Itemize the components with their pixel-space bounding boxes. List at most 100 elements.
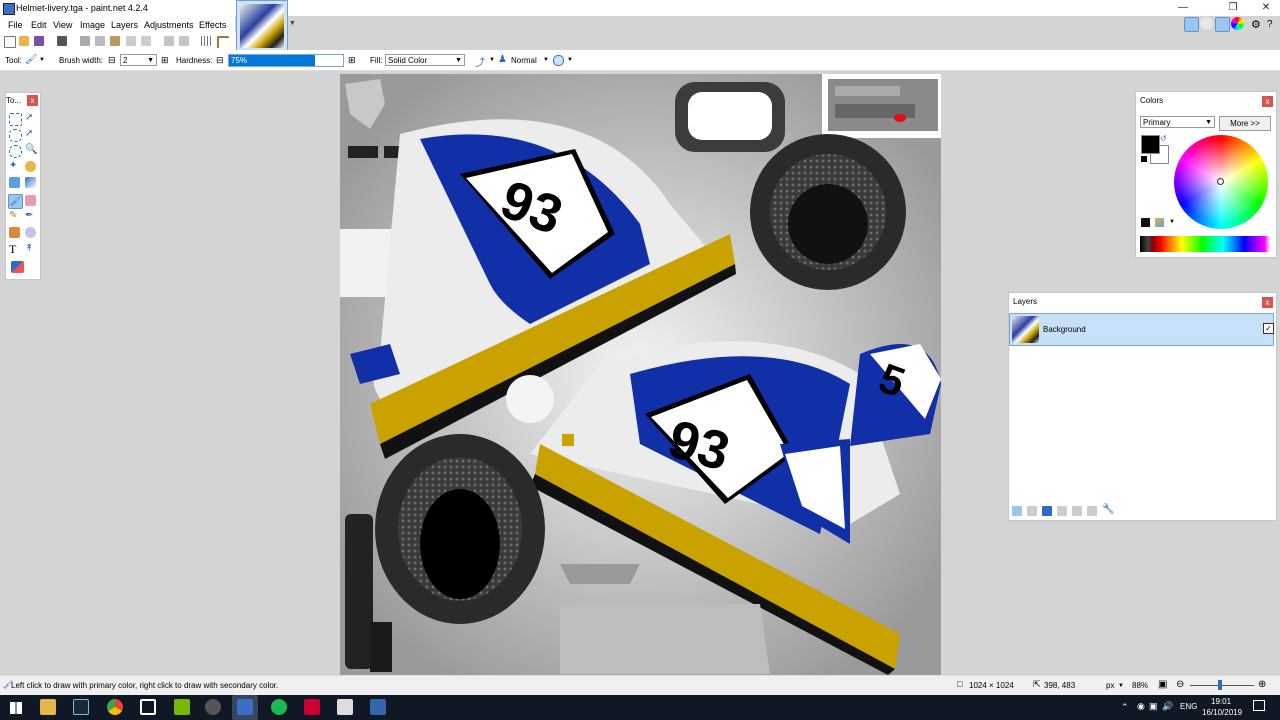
layers-panel-close-button[interactable]: x xyxy=(1262,297,1273,308)
action-center-icon[interactable] xyxy=(1253,700,1265,711)
help-icon[interactable]: ? xyxy=(1267,19,1273,30)
epic-games-taskbar-icon[interactable] xyxy=(140,699,156,715)
layers-window-toggle-icon[interactable] xyxy=(1215,17,1230,32)
menu-image[interactable]: Image xyxy=(80,20,105,30)
units-chevron-icon[interactable]: ▼ xyxy=(1118,683,1124,689)
document-list-chevron-icon[interactable]: ▼ xyxy=(289,20,296,27)
history-window-toggle-icon[interactable] xyxy=(1200,17,1213,30)
nvidia-taskbar-icon[interactable] xyxy=(174,699,190,715)
hardness-slider[interactable]: 75% xyxy=(228,54,344,67)
settings-gear-icon[interactable]: ⚙ xyxy=(1251,18,1261,31)
move-selection-icon[interactable]: ➚ xyxy=(25,129,36,140)
blend-mode-chevron-icon[interactable]: ▼ xyxy=(543,57,549,63)
units-select[interactable]: px xyxy=(1106,681,1114,690)
swap-colors-icon[interactable]: ↺ xyxy=(1160,134,1167,143)
new-file-icon[interactable] xyxy=(4,36,16,48)
reset-colors-icon[interactable] xyxy=(1140,155,1148,163)
layer-properties-wrench-icon[interactable]: 🔧 xyxy=(1102,504,1114,515)
blend-mode-icon[interactable]: ♟ xyxy=(498,54,507,65)
redo-icon[interactable] xyxy=(179,36,189,46)
move-layer-up-icon[interactable] xyxy=(1072,506,1082,516)
language-indicator[interactable]: ENG xyxy=(1180,702,1197,711)
antialiasing-icon[interactable]: ⤴ xyxy=(475,54,485,69)
layer-visibility-checkbox[interactable]: ✓ xyxy=(1263,323,1274,334)
menu-view[interactable]: View xyxy=(53,20,72,30)
lasso-select-tool-icon[interactable] xyxy=(9,129,22,142)
move-selected-pixels-icon[interactable]: ➚ xyxy=(25,113,36,124)
save-file-icon[interactable] xyxy=(34,36,44,46)
shapes-tool-icon[interactable] xyxy=(11,261,24,273)
eraser-tool-icon[interactable] xyxy=(25,195,36,206)
tools-window-toggle-icon[interactable] xyxy=(1184,17,1199,32)
tray-chevron-icon[interactable]: ⌃ xyxy=(1121,702,1129,713)
copy-icon[interactable] xyxy=(95,36,105,46)
tools-panel-close-button[interactable]: x xyxy=(27,95,38,106)
zoom-value[interactable]: 88% xyxy=(1132,681,1148,690)
merge-layer-down-icon[interactable] xyxy=(1057,506,1067,516)
menu-adjustments[interactable]: Adjustments xyxy=(144,20,194,30)
add-new-layer-icon[interactable] xyxy=(1012,506,1022,516)
deselect-icon[interactable] xyxy=(141,36,151,46)
rulers-icon[interactable] xyxy=(217,36,229,48)
brush-width-input[interactable]: 2 ▼ xyxy=(120,54,157,66)
tool-dropdown-chevron-icon[interactable]: ▼ xyxy=(39,57,45,63)
zoom-slider-track[interactable] xyxy=(1190,685,1254,686)
colors-window-toggle-icon[interactable] xyxy=(1231,17,1244,30)
menu-edit[interactable]: Edit xyxy=(31,20,47,30)
paint-bucket-tool-icon[interactable] xyxy=(9,177,20,188)
pixel-grid-icon[interactable] xyxy=(201,36,211,46)
minimize-button[interactable]: — xyxy=(1176,2,1190,14)
move-layer-down-icon[interactable] xyxy=(1087,506,1097,516)
cut-icon[interactable] xyxy=(80,36,90,46)
clone-stamp-tool-icon[interactable] xyxy=(9,227,20,238)
recolor-tool-icon[interactable] xyxy=(25,227,36,238)
color-wheel-cursor[interactable] xyxy=(1217,178,1224,185)
paste-icon[interactable] xyxy=(110,36,120,46)
color-mode-select[interactable]: Primary ▼ xyxy=(1140,116,1215,128)
pan-tool-icon[interactable] xyxy=(25,161,36,172)
brush-width-increase-icon[interactable]: ⊞ xyxy=(161,55,169,66)
image-canvas[interactable]: 93 93 5 xyxy=(340,74,941,675)
paintnet-taskbar-icon[interactable] xyxy=(237,699,253,715)
menu-effects[interactable]: Effects xyxy=(199,20,226,30)
maximize-button[interactable]: ❐ xyxy=(1226,2,1240,14)
messaging-taskbar-icon[interactable] xyxy=(337,699,353,715)
volume-icon[interactable]: 🔊 xyxy=(1162,701,1173,712)
hardness-increase-icon[interactable]: ⊞ xyxy=(348,55,356,66)
menu-layers[interactable]: Layers xyxy=(111,20,138,30)
zoom-tool-icon[interactable]: 🔍 xyxy=(25,145,37,156)
blend-mode-value[interactable]: Normal xyxy=(511,56,537,65)
duplicate-layer-icon[interactable] xyxy=(1042,506,1052,516)
colors-panel-close-button[interactable]: x xyxy=(1262,96,1273,107)
menu-file[interactable]: File xyxy=(8,20,23,30)
antialiasing-chevron-icon[interactable]: ▼ xyxy=(489,57,495,63)
fill-mode-select[interactable]: Solid Color ▼ xyxy=(385,54,465,66)
tray-app-icon[interactable]: ◉ xyxy=(1137,701,1145,712)
color-picker-tool-icon[interactable]: ✒ xyxy=(25,211,36,222)
paintbrush-tool-icon[interactable]: 🖌 xyxy=(8,194,23,209)
clock-time[interactable]: 19:01 xyxy=(1211,697,1231,706)
more-colors-button[interactable]: More >> xyxy=(1219,116,1271,131)
alpha-blending-icon[interactable] xyxy=(553,55,564,66)
close-window-button[interactable]: ✕ xyxy=(1259,2,1273,14)
delete-layer-icon[interactable] xyxy=(1027,506,1037,516)
pencil-tool-icon[interactable]: ✎ xyxy=(9,211,20,222)
clock-date[interactable]: 16/10/2019 xyxy=(1202,708,1242,717)
print-icon[interactable] xyxy=(57,36,67,46)
ellipse-select-tool-icon[interactable] xyxy=(9,145,22,158)
paintbrush-icon[interactable]: 🖌 xyxy=(25,54,38,65)
spotify-taskbar-icon[interactable] xyxy=(271,699,287,715)
zoom-slider-thumb[interactable] xyxy=(1218,680,1222,690)
magic-wand-tool-icon[interactable]: ✦ xyxy=(9,161,20,172)
zoom-to-window-icon[interactable]: ▣ xyxy=(1158,679,1167,690)
color-palette-strip[interactable] xyxy=(1140,236,1270,252)
crop-to-selection-icon[interactable] xyxy=(126,36,136,46)
line-curve-tool-icon[interactable]: ↟ xyxy=(25,244,36,255)
tool-taskbar-icon[interactable] xyxy=(370,699,386,715)
gradient-tool-icon[interactable] xyxy=(25,177,36,188)
zoom-out-icon[interactable]: ⊖ xyxy=(1176,679,1184,690)
open-file-icon[interactable] xyxy=(19,36,29,46)
network-icon[interactable]: ▣ xyxy=(1149,701,1158,712)
alpha-blending-chevron-icon[interactable]: ▼ xyxy=(567,57,573,63)
primary-color-swatch[interactable] xyxy=(1141,135,1160,154)
